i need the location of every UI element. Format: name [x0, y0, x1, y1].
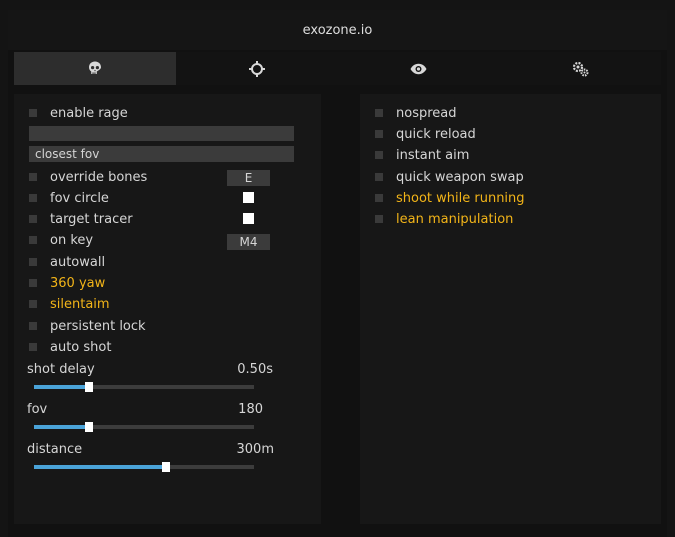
target-tracer-color-swatch[interactable] — [243, 213, 254, 224]
persistent-lock-row[interactable]: persistent lock — [29, 317, 146, 335]
distance-slider-thumb[interactable] — [162, 462, 170, 472]
distance-slider[interactable] — [34, 462, 254, 472]
autowall-label: autowall — [50, 254, 106, 270]
skull-icon — [88, 61, 101, 74]
target-mode-dropdown[interactable]: closest fov — [29, 146, 294, 162]
tab-settings[interactable] — [499, 52, 661, 85]
fov-slider-thumb[interactable] — [85, 422, 93, 432]
silentaim-row[interactable]: silentaim — [29, 295, 110, 313]
gears-icon — [572, 61, 589, 76]
360-yaw-label: 360 yaw — [50, 275, 106, 291]
distance-slider-fill — [34, 465, 166, 469]
instant-aim-label: instant aim — [396, 147, 470, 163]
enable-rage-label: enable rage — [50, 105, 128, 121]
360-yaw-checkbox[interactable] — [29, 279, 37, 287]
on-key-row[interactable]: on key — [29, 231, 93, 249]
quick-reload-checkbox[interactable] — [375, 130, 383, 138]
persistent-lock-label: persistent lock — [50, 318, 146, 334]
fov-slider-value: 180 — [238, 402, 263, 417]
shot-delay-label: shot delay — [27, 362, 95, 377]
quick-weapon-swap-checkbox[interactable] — [375, 173, 383, 181]
fov-circle-row[interactable]: fov circle — [29, 189, 109, 207]
fov-circle-color-swatch[interactable] — [243, 192, 254, 203]
quick-reload-label: quick reload — [396, 126, 476, 142]
tab-visuals[interactable] — [337, 52, 500, 85]
autowall-row[interactable]: autowall — [29, 253, 105, 271]
override-bones-row[interactable]: override bones — [29, 168, 147, 186]
quick-weapon-swap-label: quick weapon swap — [396, 169, 524, 185]
fov-circle-checkbox[interactable] — [29, 194, 37, 202]
crosshair-icon — [248, 60, 265, 77]
override-bones-checkbox[interactable] — [29, 173, 37, 181]
enable-rage-row[interactable]: enable rage — [29, 104, 128, 122]
autowall-checkbox[interactable] — [29, 258, 37, 266]
shoot-while-running-row[interactable]: shoot while running — [375, 189, 525, 207]
auto-shot-label: auto shot — [50, 339, 112, 355]
shot-delay-value: 0.50s — [237, 362, 273, 377]
nospread-label: nospread — [396, 105, 457, 121]
nospread-row[interactable]: nospread — [375, 104, 457, 122]
persistent-lock-checkbox[interactable] — [29, 322, 37, 330]
instant-aim-checkbox[interactable] — [375, 151, 383, 159]
shot-delay-slider[interactable] — [34, 382, 254, 392]
cheat-menu-window: exozone.io enable rage closest fov overr… — [8, 10, 667, 537]
360-yaw-row[interactable]: 360 yaw — [29, 274, 105, 292]
fov-circle-label: fov circle — [50, 190, 109, 206]
auto-shot-row[interactable]: auto shot — [29, 338, 111, 356]
enable-rage-checkbox[interactable] — [29, 109, 37, 117]
shoot-while-running-checkbox[interactable] — [375, 194, 383, 202]
quick-reload-row[interactable]: quick reload — [375, 125, 476, 143]
distance-value: 300m — [236, 442, 274, 457]
auto-shot-checkbox[interactable] — [29, 343, 37, 351]
nospread-checkbox[interactable] — [375, 109, 383, 117]
shoot-while-running-label: shoot while running — [396, 190, 525, 206]
quick-weapon-swap-row[interactable]: quick weapon swap — [375, 168, 524, 186]
instant-aim-row[interactable]: instant aim — [375, 146, 469, 164]
fov-slider[interactable] — [34, 422, 254, 432]
tab-aimbot[interactable] — [14, 52, 176, 85]
override-bones-label: override bones — [50, 169, 148, 185]
misc-panel: nospread quick reload instant aim quick … — [360, 94, 661, 524]
on-key-keybind[interactable]: M4 — [227, 234, 270, 250]
window-title: exozone.io — [8, 10, 667, 50]
tab-target[interactable] — [175, 52, 338, 85]
target-tracer-label: target tracer — [50, 211, 133, 227]
lean-manipulation-row[interactable]: lean manipulation — [375, 210, 513, 228]
fov-slider-label: fov — [27, 402, 48, 417]
lean-manipulation-label: lean manipulation — [396, 211, 514, 227]
aimbot-panel: enable rage closest fov override bones E… — [14, 94, 321, 524]
eye-icon — [410, 63, 427, 74]
fov-slider-fill — [34, 425, 89, 429]
lean-manipulation-checkbox[interactable] — [375, 215, 383, 223]
shot-delay-slider-thumb[interactable] — [85, 382, 93, 392]
target-tracer-row[interactable]: target tracer — [29, 210, 133, 228]
empty-dropdown[interactable] — [29, 126, 294, 141]
on-key-label: on key — [50, 232, 94, 248]
tab-bar — [14, 52, 661, 85]
target-tracer-checkbox[interactable] — [29, 215, 37, 223]
silentaim-checkbox[interactable] — [29, 300, 37, 308]
override-bones-keybind[interactable]: E — [227, 170, 270, 186]
distance-label: distance — [27, 442, 83, 457]
silentaim-label: silentaim — [50, 296, 110, 312]
on-key-checkbox[interactable] — [29, 236, 37, 244]
shot-delay-slider-fill — [34, 385, 89, 389]
